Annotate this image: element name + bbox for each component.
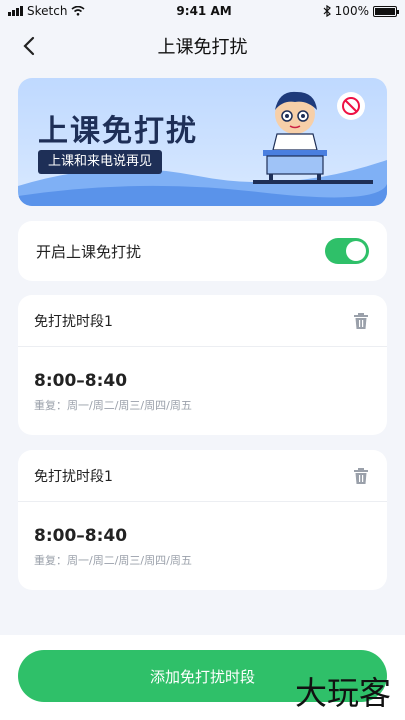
period-repeat: 重复：周一/周二/周三/周四/周五 [34,554,192,567]
dnd-toggle-switch[interactable] [325,238,369,264]
carrier-label: Sketch [27,4,68,18]
period-time[interactable]: 8:00–8:40 [34,371,387,391]
banner-subtitle: 上课和来电说再见 [38,150,163,174]
battery-percent: 100% [334,4,369,18]
page-title: 上课免打扰 [157,37,248,58]
status-bar: Sketch 9:41 AM 100% [0,0,405,22]
bluetooth-icon [323,5,331,17]
trash-icon[interactable] [351,311,371,331]
status-right: 100% [323,4,399,18]
period-header: 免打扰时段1 [18,450,387,502]
nav-bar: 上课免打扰 [0,22,405,70]
period-name: 免打扰时段1 [34,313,113,330]
period-card: 免打扰时段1 8:00–8:40 重复：周一/周二/周三/周四/周五 [18,295,387,435]
battery-icon [372,5,399,17]
dnd-toggle-label: 开启上课免打扰 [36,242,142,261]
signal-icon [8,6,23,16]
wifi-icon [71,6,85,16]
back-chevron-icon[interactable] [18,34,42,58]
trash-icon[interactable] [351,466,371,486]
dnd-toggle-card: 开启上课免打扰 [18,221,387,281]
banner-headline: 上课免打扰 [38,114,198,149]
period-repeat: 重复：周一/周二/周三/周四/周五 [34,399,192,412]
student-at-desk-illustration [253,91,373,184]
status-time: 9:41 AM [176,4,232,18]
period-card: 免打扰时段1 8:00–8:40 重复：周一/周二/周三/周四/周五 [18,450,387,590]
period-name: 免打扰时段1 [34,468,113,485]
switch-knob [346,241,366,261]
period-time[interactable]: 8:00–8:40 [34,526,387,546]
period-header: 免打扰时段1 [18,295,387,347]
status-left: Sketch [8,4,85,18]
watermark: 大玩客 [294,674,391,712]
banner: 上课免打扰 上课和来电说再见 [18,78,387,206]
